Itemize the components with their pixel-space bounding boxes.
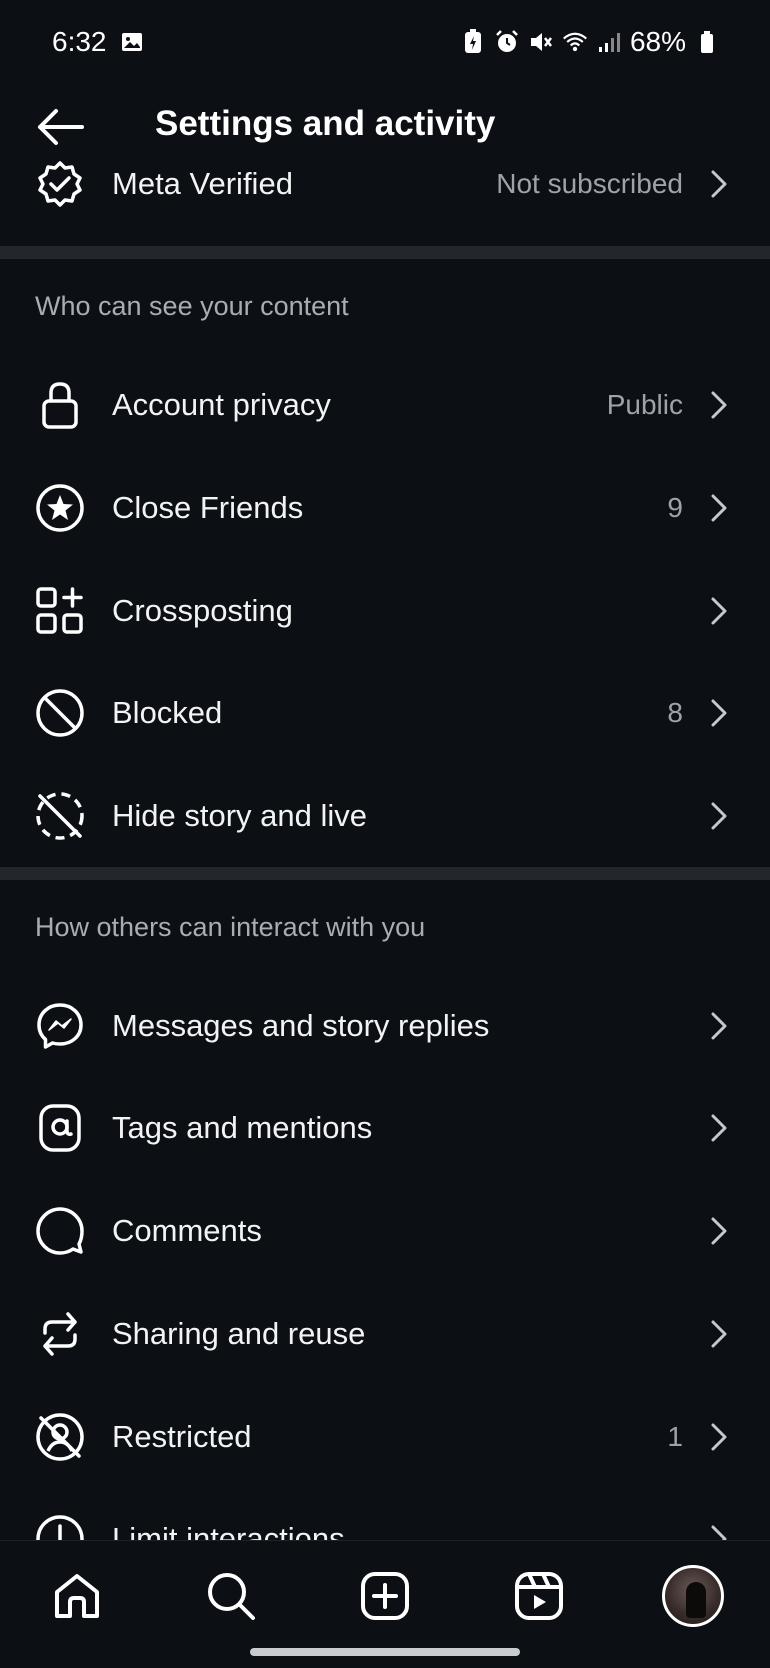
blocked-icon <box>33 686 87 740</box>
meta-verified-value: Not subscribed <box>496 168 683 199</box>
limit-interactions-row[interactable]: Limit interactions <box>0 1491 770 1540</box>
chevron-right-icon <box>704 591 734 631</box>
messenger-icon <box>33 999 87 1053</box>
arrow-left-icon <box>34 107 86 147</box>
share-reuse-icon <box>33 1307 87 1361</box>
crossposting-row[interactable]: Crossposting <box>0 563 770 659</box>
row-label: Hide story and live <box>112 798 368 833</box>
battery-saver-icon <box>460 29 486 55</box>
row-label: Restricted <box>112 1419 252 1454</box>
row-label: Comments <box>112 1213 262 1248</box>
comment-icon <box>33 1204 87 1258</box>
search-icon <box>205 1570 257 1622</box>
home-icon <box>51 1570 103 1622</box>
chevron-right-icon <box>704 1314 734 1354</box>
grid-plus-icon <box>33 584 87 638</box>
row-label: Close Friends <box>112 490 304 525</box>
row-value: 1 <box>667 1421 683 1452</box>
battery-percent: 68% <box>629 26 686 57</box>
sharing-row[interactable]: Sharing and reuse <box>0 1286 770 1382</box>
chevron-right-icon <box>704 693 734 733</box>
row-label: Tags and mentions <box>112 1110 373 1145</box>
row-value: 9 <box>667 492 683 523</box>
chevron-right-icon <box>704 164 734 204</box>
meta-verified-row[interactable]: Meta Verified Not subscribed <box>0 160 770 232</box>
section-divider <box>0 246 770 259</box>
verified-badge-icon <box>33 160 87 211</box>
row-value: Public <box>606 389 683 420</box>
gallery-icon <box>119 29 145 55</box>
profile-avatar <box>662 1565 724 1627</box>
chevron-right-icon <box>704 1211 734 1251</box>
chevron-right-icon <box>704 1006 734 1046</box>
chevron-right-icon <box>704 1108 734 1148</box>
row-label: Crossposting <box>112 593 293 628</box>
chevron-right-icon <box>704 1417 734 1457</box>
section-title-content: Who can see your content <box>35 291 349 321</box>
home-indicator <box>250 1648 520 1656</box>
restricted-icon <box>33 1410 87 1464</box>
row-label: Blocked <box>112 695 223 730</box>
create-icon <box>359 1570 411 1622</box>
hide-story-row[interactable]: Hide story and live <box>0 768 770 864</box>
mute-icon <box>528 29 554 55</box>
chevron-right-icon <box>704 488 734 528</box>
header: Settings and activity <box>0 84 770 166</box>
at-sign-icon <box>33 1101 87 1155</box>
chevron-right-icon <box>704 796 734 836</box>
section-divider <box>0 867 770 880</box>
section-title-interact: How others can interact with you <box>35 912 426 942</box>
chevron-right-icon <box>704 1519 734 1540</box>
restricted-row[interactable]: Restricted 1 <box>0 1389 770 1485</box>
story-hidden-icon <box>33 789 87 843</box>
status-time: 6:32 <box>52 26 107 57</box>
close-friends-row[interactable]: Close Friends 9 <box>0 460 770 556</box>
chevron-right-icon <box>704 385 734 425</box>
battery-icon <box>694 29 720 55</box>
row-value: 8 <box>667 697 683 728</box>
star-circle-icon <box>33 481 87 535</box>
limit-icon <box>33 1512 87 1540</box>
comments-row[interactable]: Comments <box>0 1183 770 1279</box>
nav-profile-button[interactable] <box>658 1561 728 1631</box>
nav-reels-button[interactable] <box>504 1561 574 1631</box>
wifi-icon <box>562 29 588 55</box>
status-bar: 6:32 68% <box>0 0 770 84</box>
page-title: Settings and activity <box>155 104 496 143</box>
row-label: Account privacy <box>112 387 331 422</box>
signal-icon <box>596 29 622 55</box>
messages-row[interactable]: Messages and story replies <box>0 978 770 1074</box>
blocked-row[interactable]: Blocked 8 <box>0 665 770 761</box>
tags-row[interactable]: Tags and mentions <box>0 1080 770 1176</box>
account-privacy-row[interactable]: Account privacy Public <box>0 357 770 453</box>
row-label: Limit interactions <box>112 1521 345 1540</box>
row-label: Sharing and reuse <box>112 1316 366 1351</box>
lock-icon <box>33 378 87 432</box>
nav-search-button[interactable] <box>196 1561 266 1631</box>
reels-icon <box>513 1570 565 1622</box>
nav-home-button[interactable] <box>42 1561 112 1631</box>
back-button[interactable] <box>30 102 90 152</box>
settings-list: Meta Verified Not subscribed Who can see… <box>0 160 770 1540</box>
meta-verified-label: Meta Verified <box>112 166 293 201</box>
alarm-icon <box>494 29 520 55</box>
nav-create-button[interactable] <box>350 1561 420 1631</box>
row-label: Messages and story replies <box>112 1008 490 1043</box>
